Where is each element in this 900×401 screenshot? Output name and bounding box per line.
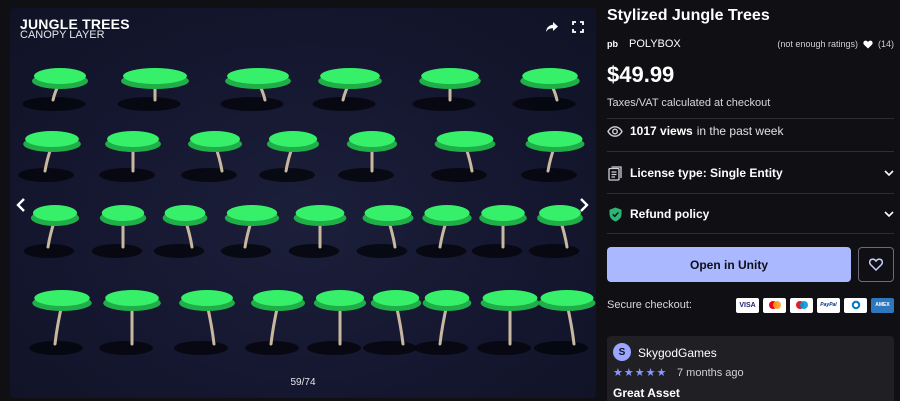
product-title: Stylized Jungle Trees — [607, 7, 770, 24]
mastercard-icon — [763, 297, 786, 313]
tree-model — [471, 205, 527, 258]
review-stars: ★★★★★ — [613, 367, 668, 379]
tree-model — [220, 68, 291, 111]
tree-model — [99, 290, 161, 355]
tree-model — [245, 290, 305, 355]
tree-model — [534, 290, 596, 355]
price: $49.99 — [607, 62, 675, 87]
tree-model — [338, 131, 398, 182]
payment-methods: VISA PayPal AMEX — [736, 297, 894, 313]
tree-model — [18, 131, 81, 182]
tree-model — [414, 290, 472, 355]
visa-icon: VISA — [736, 297, 759, 313]
tree-model — [288, 205, 347, 258]
image-gallery[interactable]: JUNGLE TREES CANOPY LAYER 59/74 — [10, 8, 596, 398]
image-counter: 59/74 — [290, 377, 316, 388]
tree-model — [521, 131, 585, 182]
tree-model — [23, 205, 80, 258]
tree-model — [29, 290, 92, 355]
tree-model — [117, 68, 189, 111]
tree-model — [99, 131, 161, 182]
chevron-right-icon — [580, 198, 589, 212]
tree-model — [312, 68, 382, 111]
secure-checkout-row: Secure checkout: VISA PayPal AMEX — [607, 297, 894, 313]
shield-check-icon — [607, 206, 623, 222]
divider — [607, 118, 894, 119]
seller-logo[interactable]: pb — [607, 39, 621, 49]
tree-model — [512, 68, 580, 111]
tree-model — [22, 68, 88, 111]
tree-model — [181, 131, 242, 182]
tree-model — [307, 290, 367, 355]
views-suffix: in the past week — [696, 124, 784, 138]
ratings-summary: (not enough ratings) (14) — [777, 39, 894, 49]
tree-model — [412, 68, 481, 111]
license-accordion[interactable]: License type: Single Entity — [607, 163, 894, 183]
divider — [607, 193, 894, 194]
license-label: License type: Single Entity — [630, 166, 783, 180]
secure-checkout-label: Secure checkout: — [607, 299, 692, 311]
tree-model — [356, 205, 414, 258]
tree-model — [220, 205, 280, 258]
amex-icon: AMEX — [871, 297, 894, 313]
divider — [607, 151, 894, 152]
prev-image-button[interactable] — [10, 194, 32, 216]
product-details-panel: Stylized Jungle Trees pb POLYBOX (not en… — [607, 0, 894, 401]
maestro-icon — [790, 297, 813, 313]
refund-label: Refund policy — [630, 207, 710, 221]
paypal-icon: PayPal — [817, 297, 840, 313]
share-icon[interactable] — [541, 16, 563, 38]
divider — [607, 233, 894, 234]
open-in-unity-button[interactable]: Open in Unity — [607, 247, 851, 282]
chevron-down-icon — [884, 211, 894, 217]
tree-model — [415, 205, 472, 258]
seller-name[interactable]: POLYBOX — [629, 38, 681, 50]
tree-model — [153, 205, 208, 258]
views-stat: 1017 views in the past week — [607, 124, 783, 138]
product-page: JUNGLE TREES CANOPY LAYER 59/74 Stylized… — [0, 0, 900, 401]
tree-model — [174, 290, 235, 355]
review-author[interactable]: SkygodGames — [638, 346, 717, 360]
tree-model — [259, 131, 320, 182]
ratings-note: (not enough ratings) — [777, 39, 858, 49]
diners-icon — [844, 297, 867, 313]
next-image-button[interactable] — [573, 194, 595, 216]
tree-model — [363, 290, 422, 355]
tree-model — [477, 290, 540, 355]
views-count: 1017 views — [630, 124, 693, 138]
avatar: S — [613, 343, 631, 361]
chevron-down-icon — [884, 170, 894, 176]
add-to-favorites-button[interactable] — [858, 247, 894, 282]
heart-outline-icon — [869, 258, 883, 271]
review-time: 7 months ago — [677, 367, 744, 379]
fullscreen-icon[interactable] — [567, 16, 589, 38]
gallery-subtitle: CANOPY LAYER — [20, 29, 105, 41]
tree-model — [91, 205, 147, 258]
tree-model — [431, 131, 496, 182]
review-title: Great Asset — [613, 386, 680, 400]
favorites-count: (14) — [877, 39, 894, 49]
tree-preview-image — [18, 68, 596, 355]
review-card[interactable]: S SkygodGames ★★★★★ 7 months ago Great A… — [607, 336, 894, 401]
chevron-left-icon — [16, 198, 25, 212]
tax-note: Taxes/VAT calculated at checkout — [607, 97, 771, 109]
license-icon — [607, 165, 623, 181]
heart-icon — [863, 40, 873, 48]
eye-icon — [607, 125, 623, 137]
seller-row: pb POLYBOX (not enough ratings) (14) — [607, 36, 894, 52]
refund-accordion[interactable]: Refund policy — [607, 204, 894, 224]
